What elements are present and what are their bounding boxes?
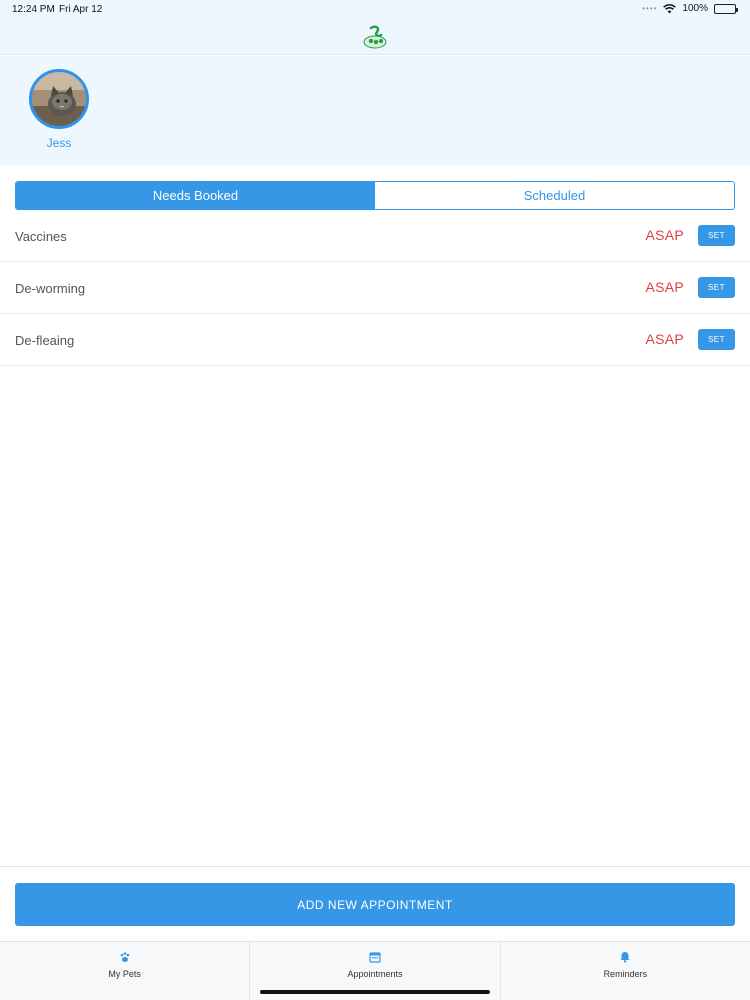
status-right: •••• 100% bbox=[642, 3, 738, 14]
tab-scheduled[interactable]: Scheduled bbox=[375, 182, 734, 209]
tab-label: Reminders bbox=[603, 969, 648, 979]
pet-avatar[interactable] bbox=[29, 69, 89, 129]
due-status: ASAP bbox=[645, 227, 684, 243]
list-item: De-fleaing ASAP SET bbox=[0, 314, 750, 366]
battery-percent: 100% bbox=[682, 3, 708, 14]
divider bbox=[0, 866, 750, 867]
tab-reminders[interactable]: Reminders bbox=[501, 942, 750, 1000]
tab-my-pets[interactable]: My Pets bbox=[0, 942, 251, 1000]
list-item: De-worming ASAP SET bbox=[0, 262, 750, 314]
status-time: 12:24 PM bbox=[12, 4, 55, 15]
appointment-segmented-control: Needs Booked Scheduled bbox=[15, 181, 735, 210]
list-item: Vaccines ASAP SET bbox=[0, 210, 750, 262]
battery-icon bbox=[714, 3, 738, 14]
status-date: Fri Apr 12 bbox=[59, 4, 103, 15]
top-bar: 12:24 PM Fri Apr 12 •••• 100% bbox=[0, 0, 750, 55]
bell-icon bbox=[618, 950, 632, 964]
pets-panel: Jess bbox=[0, 56, 750, 165]
tab-needs-booked[interactable]: Needs Booked bbox=[16, 182, 375, 209]
set-button[interactable]: SET bbox=[698, 225, 735, 246]
status-bar: 12:24 PM Fri Apr 12 •••• 100% bbox=[0, 0, 750, 18]
needs-booked-list: Vaccines ASAP SET De-worming ASAP SET De… bbox=[0, 210, 750, 366]
app-logo-icon bbox=[363, 25, 387, 49]
due-status: ASAP bbox=[645, 331, 684, 347]
pet-name[interactable]: Jess bbox=[29, 136, 89, 150]
add-new-appointment-button[interactable]: ADD NEW APPOINTMENT bbox=[15, 883, 735, 926]
home-indicator[interactable] bbox=[260, 990, 490, 994]
tab-label: My Pets bbox=[108, 969, 141, 979]
appointment-label: Vaccines bbox=[15, 229, 67, 244]
wifi-icon bbox=[663, 3, 677, 13]
appointment-label: De-worming bbox=[15, 281, 86, 296]
paw-icon bbox=[118, 950, 132, 964]
due-status: ASAP bbox=[645, 279, 684, 295]
appointment-label: De-fleaing bbox=[15, 333, 75, 348]
set-button[interactable]: SET bbox=[698, 329, 735, 350]
calendar-icon bbox=[368, 950, 382, 964]
signal-dots-icon: •••• bbox=[642, 4, 658, 13]
set-button[interactable]: SET bbox=[698, 277, 735, 298]
tab-label: Appointments bbox=[347, 969, 403, 979]
cat-photo-icon bbox=[32, 72, 86, 126]
